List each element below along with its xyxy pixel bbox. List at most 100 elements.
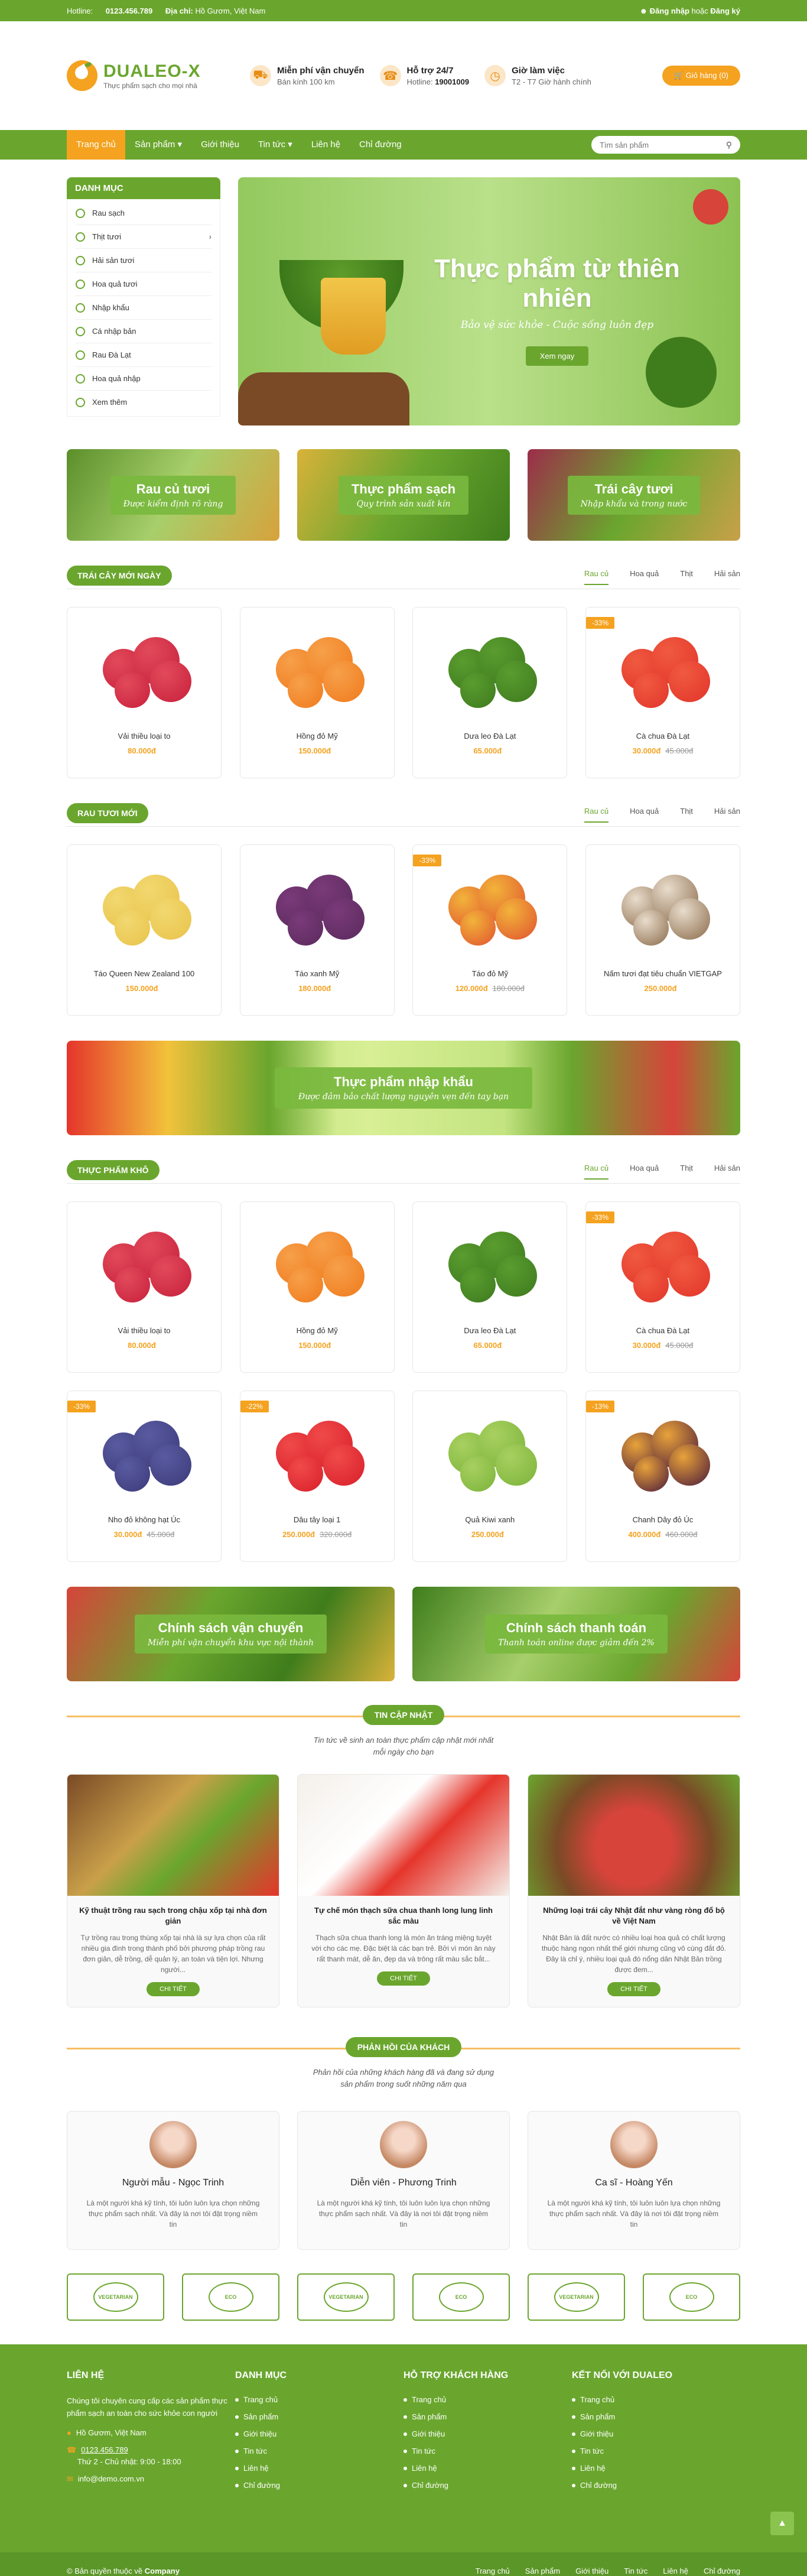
product-image[interactable] — [610, 1409, 716, 1497]
tab-vegetables[interactable]: Rau củ — [584, 807, 609, 823]
news-card[interactable]: Tự chế món thạch sữa chua thanh long lun… — [297, 1774, 510, 2007]
hero-cta-button[interactable]: Xem ngay — [525, 346, 589, 366]
tab-meat[interactable]: Thịt — [680, 569, 693, 585]
product-card[interactable]: Hồng đỏ Mỹ 150.000đ — [239, 607, 395, 778]
banner-fruits[interactable]: Trái cây tươi Nhập khẩu và trong nước — [528, 449, 740, 541]
tab-fruits[interactable]: Hoa quả — [630, 1164, 659, 1180]
product-name[interactable]: Cà chua Đà Lạt — [586, 732, 740, 740]
product-image[interactable] — [610, 625, 716, 714]
footer-link[interactable]: Tin tức — [403, 2447, 572, 2455]
product-image[interactable] — [437, 1409, 543, 1497]
login-link[interactable]: Đăng nhập — [650, 7, 689, 15]
partner-logo[interactable]: VEGETARIAN — [297, 2273, 395, 2321]
product-image[interactable] — [264, 1220, 370, 1308]
tab-seafood[interactable]: Hải sản — [714, 1164, 740, 1180]
product-card[interactable]: -33% Cà chua Đà Lạt 30.000đ 45.000đ — [585, 1201, 740, 1373]
product-name[interactable]: Cà chua Đà Lạt — [586, 1326, 740, 1335]
tab-fruits[interactable]: Hoa quả — [630, 569, 659, 585]
logo[interactable]: DUALEO-X Thực phẩm sạch cho mọi nhà — [67, 60, 250, 91]
footer-link[interactable]: Liên hệ — [403, 2464, 572, 2473]
category-item[interactable]: Nhập khẩu — [76, 296, 211, 320]
product-image[interactable] — [264, 863, 370, 951]
footer-link[interactable]: Sản phẩm — [403, 2412, 572, 2421]
footer-link[interactable]: Giới thiệu — [403, 2429, 572, 2438]
footer-phone[interactable]: 0123.456.789 — [81, 2445, 128, 2454]
footer-link[interactable]: Giới thiệu — [235, 2429, 403, 2438]
news-title-text[interactable]: Tự chế món thạch sữa chua thanh long lun… — [298, 1896, 509, 1927]
category-item[interactable]: Hải sản tươi — [76, 249, 211, 272]
footer-link[interactable]: Chỉ đường — [403, 2481, 572, 2490]
product-name[interactable]: Dưa leo Đà Lạt — [413, 1326, 567, 1335]
footer-link[interactable]: Giới thiệu — [572, 2429, 740, 2438]
partner-logo[interactable]: ECO — [412, 2273, 510, 2321]
product-image[interactable] — [437, 863, 543, 951]
footer-link[interactable]: Trang chủ — [572, 2395, 740, 2404]
payment-policy-banner[interactable]: Chính sách thanh toán Thanh toán online đ… — [412, 1587, 740, 1681]
product-image[interactable] — [91, 1220, 197, 1308]
news-title-text[interactable]: Kỹ thuật trồng rau sạch trong chậu xốp t… — [67, 1896, 279, 1927]
product-name[interactable]: Dâu tây loại 1 — [240, 1515, 394, 1524]
product-name[interactable]: Táo xanh Mỹ — [240, 969, 394, 978]
tab-meat[interactable]: Thịt — [680, 1164, 693, 1180]
nav-news[interactable]: Tin tức ▾ — [249, 130, 302, 160]
partner-logo[interactable]: ECO — [182, 2273, 279, 2321]
product-card[interactable]: Hồng đỏ Mỹ 150.000đ — [239, 1201, 395, 1373]
product-name[interactable]: Dưa leo Đà Lạt — [413, 732, 567, 740]
product-image[interactable] — [91, 625, 197, 714]
tab-fruits[interactable]: Hoa quả — [630, 807, 659, 823]
nav-directions[interactable]: Chỉ đường — [350, 130, 411, 160]
category-item[interactable]: Rau Đà Lạt — [76, 343, 211, 367]
footer-link[interactable]: Trang chủ — [235, 2395, 403, 2404]
product-card[interactable]: -33% Táo đỏ Mỹ 120.000đ 180.000đ — [412, 844, 568, 1016]
shipping-policy-banner[interactable]: Chính sách vận chuyển Miễn phí vận chuyển… — [67, 1587, 395, 1681]
product-card[interactable]: Táo Queen New Zealand 100 150.000đ — [67, 844, 222, 1016]
footer-link[interactable]: Liên hệ — [572, 2464, 740, 2473]
product-image[interactable] — [610, 1220, 716, 1308]
product-name[interactable]: Nấm tươi đạt tiêu chuẩn VIETGAP — [586, 969, 740, 978]
nav-contact[interactable]: Liên hệ — [302, 130, 350, 160]
tab-vegetables[interactable]: Rau củ — [584, 569, 609, 585]
footer-link[interactable]: Tin tức — [235, 2447, 403, 2455]
bottom-link[interactable]: Trang chủ — [476, 2567, 510, 2575]
product-name[interactable]: Quả Kiwi xanh — [413, 1515, 567, 1524]
product-image[interactable] — [91, 863, 197, 951]
category-item[interactable]: Hoa quả tươi — [76, 272, 211, 296]
product-image[interactable] — [437, 625, 543, 714]
partner-logo[interactable]: ECO — [643, 2273, 740, 2321]
nav-about[interactable]: Giới thiệu — [191, 130, 249, 160]
product-name[interactable]: Chanh Dây đỏ Úc — [586, 1515, 740, 1524]
category-item[interactable]: Rau sạch — [76, 202, 211, 225]
footer-link[interactable]: Trang chủ — [403, 2395, 572, 2404]
banner-clean-food[interactable]: Thực phẩm sạch Quy trình sản xuất kín — [297, 449, 510, 541]
partner-logo[interactable]: VEGETARIAN — [528, 2273, 625, 2321]
category-item[interactable]: Hoa quả nhập — [76, 367, 211, 391]
tab-seafood[interactable]: Hải sản — [714, 569, 740, 585]
product-image[interactable] — [437, 1220, 543, 1308]
nav-products[interactable]: Sản phẩm ▾ — [125, 130, 191, 160]
product-card[interactable]: Vải thiều loại to 80.000đ — [67, 607, 222, 778]
footer-link[interactable]: Chỉ đường — [572, 2481, 740, 2490]
footer-link[interactable]: Liên hệ — [235, 2464, 403, 2473]
news-detail-button[interactable]: CHI TIẾT — [607, 1982, 660, 1997]
footer-link[interactable]: Chỉ đường — [235, 2481, 403, 2490]
product-name[interactable]: Nho đỏ không hạt Úc — [67, 1515, 221, 1524]
search-icon[interactable]: ⚲ — [726, 140, 732, 150]
product-card[interactable]: -22% Dâu tây loại 1 250.000đ 320.000đ — [239, 1391, 395, 1562]
news-detail-button[interactable]: CHI TIẾT — [147, 1982, 200, 1997]
partner-logo[interactable]: VEGETARIAN — [67, 2273, 164, 2321]
news-card[interactable]: Những loại trái cây Nhật đắt như vàng rò… — [528, 1774, 740, 2007]
bottom-link[interactable]: Chỉ đường — [704, 2567, 740, 2575]
product-card[interactable]: -33% Cà chua Đà Lạt 30.000đ 45.000đ — [585, 607, 740, 778]
product-image[interactable] — [264, 1409, 370, 1497]
footer-link[interactable]: Sản phẩm — [235, 2412, 403, 2421]
register-link[interactable]: Đăng ký — [710, 7, 740, 15]
product-card[interactable]: Vải thiều loại to 80.000đ — [67, 1201, 222, 1373]
product-image[interactable] — [91, 1409, 197, 1497]
imported-food-banner[interactable]: Thực phẩm nhập khẩu Được đảm bảo chất lượ… — [67, 1041, 740, 1135]
bottom-link[interactable]: Tin tức — [624, 2567, 647, 2575]
product-card[interactable]: Dưa leo Đà Lạt 65.000đ — [412, 607, 568, 778]
hero-slider[interactable]: Thực phẩm từ thiên nhiên Bảo vệ sức khỏe… — [238, 177, 740, 425]
footer-email[interactable]: info@demo.com.vn — [78, 2474, 144, 2483]
footer-link[interactable]: Tin tức — [572, 2447, 740, 2455]
hotline-number[interactable]: 0123.456.789 — [106, 7, 153, 15]
